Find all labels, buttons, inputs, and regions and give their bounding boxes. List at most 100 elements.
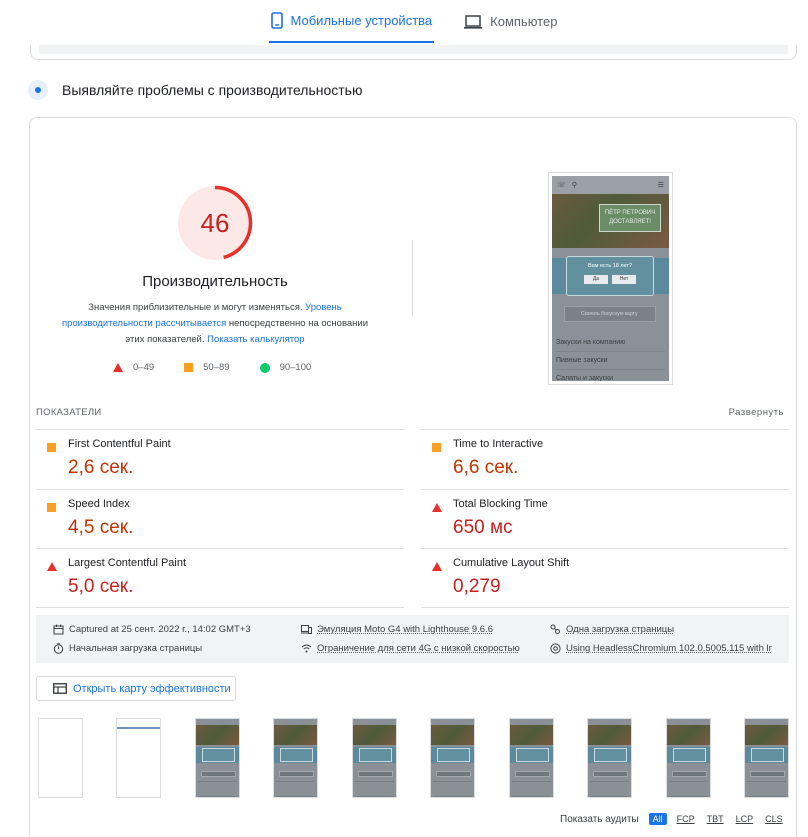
- vertical-divider: [412, 240, 413, 316]
- section-header: Выявляйте проблемы с производительностью: [28, 80, 362, 100]
- metric-name: Largest Contentful Paint: [68, 557, 187, 569]
- filmstrip-frame: [430, 718, 475, 798]
- fail-triangle-icon: [432, 562, 442, 571]
- performance-score: 46: [200, 207, 230, 238]
- runtime-browser[interactable]: Using HeadlessChromium 102.0.5005.115 wi…: [550, 643, 772, 654]
- performance-description: Значения приблизительные и могут изменят…: [52, 300, 378, 348]
- tab-mobile-label: Мобильные устройства: [290, 13, 433, 28]
- legend-fail-range: 0–49: [133, 362, 155, 373]
- filmstrip-frame: [587, 718, 632, 798]
- initial-load-text: Начальная загрузка страницы: [69, 643, 203, 654]
- metric-value: 6,6 сек.: [453, 457, 519, 478]
- browser-text: Using HeadlessChromium 102.0.5005.115 wi…: [566, 643, 772, 654]
- chrome-icon: [550, 643, 561, 654]
- preview-yes-button: Да: [584, 275, 608, 284]
- calendar-icon: [53, 624, 64, 635]
- filmstrip-frame: [666, 718, 711, 798]
- treemap-label: Открыть карту эффективности: [73, 682, 231, 695]
- expand-toggle[interactable]: Развернуть: [729, 407, 784, 418]
- filter-lcp[interactable]: LCP: [734, 813, 756, 825]
- average-square-icon: [47, 503, 56, 512]
- preview-menu-icon: ☰: [657, 182, 664, 189]
- tab-desktop-label: Компьютер: [490, 14, 558, 29]
- audit-filter-label: Показать аудиты: [560, 813, 639, 825]
- score-legend: 0–49 50–89 90–100: [113, 362, 311, 373]
- throttling-text: Ограничение для сети 4G с низкой скорост…: [317, 643, 520, 654]
- nodes-icon: [550, 624, 560, 634]
- filter-tbt[interactable]: TBT: [705, 813, 726, 825]
- filmstrip-frame: [273, 718, 318, 798]
- metric-value: 4,5 сек.: [68, 517, 134, 538]
- devices-icon: [301, 625, 312, 634]
- metric-lcp: Largest Contentful Paint 5,0 сек.: [36, 548, 404, 608]
- metric-tti: Time to Interactive 6,6 сек.: [421, 429, 789, 489]
- preview-card-button: Скачать бонусную карту: [564, 306, 656, 322]
- filmstrip-frame: [352, 718, 397, 798]
- runtime-throttling[interactable]: Ограничение для сети 4G с низкой скорост…: [301, 643, 520, 654]
- captured-text: Captured at 25 сент. 2022 г., 14:02 GMT+…: [69, 624, 251, 635]
- metrics-divider: [36, 607, 404, 608]
- runtime-initial-load: Начальная загрузка страницы: [53, 643, 202, 654]
- filter-all[interactable]: All: [648, 813, 667, 825]
- legend-fail: 0–49: [113, 362, 154, 373]
- filmstrip-frame: [116, 718, 161, 798]
- screenshot-content: ☏ ⚲ ☰ ПЁТР ПЕТРОВИЧ ДОСТАВЛЯЕТ! Вам есть…: [552, 176, 669, 381]
- metric-value: 2,6 сек.: [68, 457, 134, 478]
- metric-name: Total Blocking Time: [453, 498, 548, 510]
- triangle-icon: [113, 363, 123, 372]
- open-treemap-button[interactable]: Открыть карту эффективности: [36, 676, 236, 701]
- metric-fcp: First Contentful Paint 2,6 сек.: [36, 429, 404, 489]
- metric-value: 0,279: [453, 576, 501, 597]
- fail-triangle-icon: [432, 503, 442, 512]
- tab-mobile[interactable]: Мобильные устройства: [268, 0, 435, 43]
- timer-icon: [53, 643, 64, 654]
- filmstrip-frame: [744, 718, 789, 798]
- preview-age-question: Вам есть 18 лет?: [587, 263, 633, 269]
- preview-menu-item: Закуски на компанию: [556, 334, 665, 352]
- metric-tbt: Total Blocking Time 650 мс: [421, 489, 789, 549]
- runtime-settings: Captured at 25 сент. 2022 г., 14:02 GMT+…: [36, 615, 789, 663]
- page-load-text: Одна загрузка страницы: [566, 624, 675, 635]
- runtime-emulation[interactable]: Эмуляция Moto G4 with Lighthouse 9.6.6: [301, 624, 493, 635]
- legend-average: 50–89: [184, 362, 230, 373]
- filter-fcp[interactable]: FCP: [675, 813, 697, 825]
- metric-name: Time to Interactive: [453, 438, 544, 450]
- square-icon: [184, 363, 194, 372]
- preview-banner: ПЁТР ПЕТРОВИЧ ДОСТАВЛЯЕТ!: [599, 204, 661, 232]
- filter-cls[interactable]: CLS: [763, 813, 785, 825]
- filmstrip-frame: [195, 718, 240, 798]
- audit-filter-bar: Показать аудиты All FCP TBT LCP CLS: [560, 813, 785, 825]
- metric-name: Speed Index: [68, 498, 130, 510]
- section-title: Выявляйте проблемы с производительностью: [62, 82, 363, 98]
- metric-name: First Contentful Paint: [68, 438, 171, 450]
- calculator-link[interactable]: Показать калькулятор: [207, 334, 304, 345]
- filmstrip-frame: [38, 718, 83, 798]
- legend-pass-range: 90–100: [279, 362, 312, 373]
- device-tabs: Мобильные устройства Компьютер: [0, 0, 808, 45]
- preview-navbar: ☏ ⚲ ☰: [552, 176, 669, 194]
- preview-no-button: Нет: [612, 275, 636, 284]
- preview-age-modal: Вам есть 18 лет? Да Нет: [566, 256, 654, 296]
- metric-cls: Cumulative Layout Shift 0,279: [421, 548, 789, 608]
- fail-triangle-icon: [47, 562, 57, 571]
- performance-title: Производительность: [142, 273, 288, 290]
- tab-desktop[interactable]: Компьютер: [462, 0, 559, 43]
- metrics-header: ПОКАЗАТЕЛИ Развернуть: [36, 407, 784, 418]
- metrics-heading: ПОКАЗАТЕЛИ: [36, 407, 102, 418]
- legend-average-range: 50–89: [203, 362, 230, 373]
- phone-icon: [270, 12, 283, 29]
- metrics-divider: [421, 607, 789, 608]
- preview-menu-list: Закуски на компанию Пивные закуски Салат…: [556, 334, 665, 381]
- preview-menu-item: Пивные закуски: [556, 352, 665, 370]
- average-square-icon: [47, 443, 56, 452]
- desc-text-1: Значения приблизительные и могут изменят…: [88, 302, 303, 313]
- wifi-icon: [301, 644, 312, 653]
- legend-pass: 90–100: [259, 362, 312, 373]
- treemap-icon: [53, 683, 67, 694]
- diagnose-dot-icon: [28, 80, 48, 100]
- preview-hero: ПЁТР ПЕТРОВИЧ ДОСТАВЛЯЕТ!: [552, 194, 669, 248]
- metric-value: 650 мс: [453, 517, 513, 538]
- preview-phone-icon: ☏: [557, 182, 566, 189]
- preview-pin-icon: ⚲: [571, 182, 577, 189]
- runtime-page-load[interactable]: Одна загрузка страницы: [550, 624, 674, 635]
